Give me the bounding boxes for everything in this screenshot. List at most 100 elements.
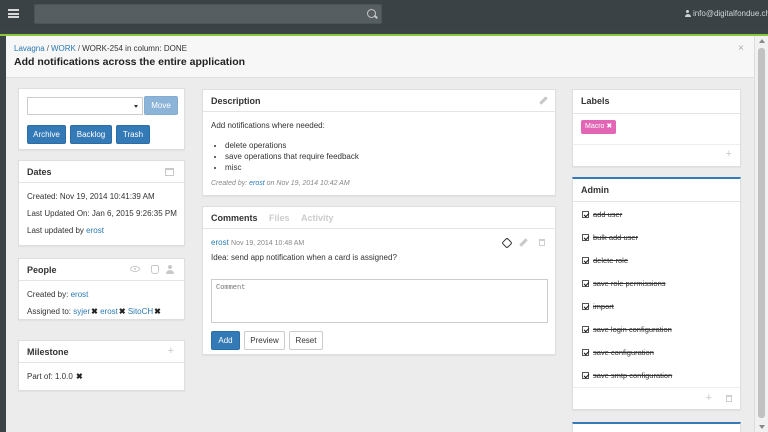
divider (573, 144, 740, 145)
column-select[interactable] (27, 97, 143, 115)
user-link[interactable]: erost (249, 180, 265, 187)
user-email[interactable]: info@digitalfondue.ch (693, 9, 768, 18)
scroll-up-icon[interactable] (759, 39, 765, 43)
permission-item[interactable]: import (582, 302, 614, 311)
scroll-down-icon[interactable] (759, 425, 765, 429)
last-updated-date: Last Updated On: Jan 6, 2015 9:26:35 PM (27, 209, 177, 218)
scrollbar[interactable] (754, 36, 768, 432)
add-milestone-icon[interactable]: + (168, 346, 174, 357)
checkbox[interactable] (582, 234, 589, 241)
link-icon[interactable] (501, 237, 513, 249)
next-panel (572, 422, 741, 432)
search-icon[interactable] (367, 9, 376, 18)
checkbox[interactable] (582, 303, 589, 310)
milestone-header: Milestone + (19, 341, 184, 363)
user-menu[interactable]: info@digitalfondue.ch (684, 9, 768, 18)
comment-input[interactable] (211, 279, 548, 323)
comment-meta: erost Nov 19, 2014 10:48 AM (211, 238, 304, 247)
card-title: Add notifications across the entire appl… (14, 56, 246, 68)
divider (573, 387, 740, 388)
breadcrumb-board-link[interactable]: WORK (51, 44, 76, 53)
assigned-to: Assigned to: syjer✖ erost✖ SitoCH✖ (27, 307, 161, 316)
preview-button[interactable]: Preview (244, 331, 285, 350)
archive-button[interactable]: Archive (27, 125, 66, 144)
menu-icon[interactable] (8, 9, 19, 18)
permission-item[interactable]: bulk add user (582, 233, 638, 242)
remove-icon[interactable]: ✖ (154, 307, 161, 316)
permission-item[interactable]: add user (582, 210, 622, 219)
top-navbar: info@digitalfondue.ch (0, 0, 768, 28)
breadcrumb-separator: / (46, 44, 49, 53)
actions-panel: Move Archive Backlog Trash (18, 88, 185, 150)
permission-item[interactable]: save login configuration (582, 325, 672, 334)
trash-icon[interactable] (726, 395, 732, 402)
tab-comments[interactable]: Comments (211, 213, 258, 223)
last-updated-by: Last updated by erost (27, 226, 104, 235)
permission-label: delete role (593, 256, 629, 265)
dates-title: Dates (27, 167, 52, 177)
breadcrumb-card-info: WORK-254 in column: DONE (82, 44, 187, 53)
add-permission-icon[interactable]: + (706, 393, 712, 404)
permission-item[interactable]: save smtp configuration (582, 371, 672, 380)
comment-author-link[interactable]: erost (211, 238, 229, 247)
permission-item[interactable]: save role permissions (582, 279, 666, 288)
comment-timestamp: Nov 19, 2014 10:48 AM (231, 240, 305, 247)
people-panel: People Created by: erost Assigned to: sy… (18, 258, 185, 320)
remove-icon[interactable]: ✖ (119, 307, 126, 316)
remove-icon[interactable]: ✖ (76, 372, 83, 381)
breadcrumb-separator: / (77, 44, 81, 53)
assign-user-icon[interactable] (166, 265, 174, 274)
assigned-user-link[interactable]: syjer (73, 307, 90, 316)
permission-label: save role permissions (593, 279, 666, 288)
search-input[interactable] (34, 4, 382, 24)
add-comment-button[interactable]: Add (211, 331, 240, 350)
label-name: Macro (585, 123, 605, 130)
assigned-user-link[interactable]: erost (100, 307, 118, 316)
add-label-icon[interactable]: + (726, 149, 732, 160)
description-intro: Add notifications where needed: (211, 121, 325, 130)
calendar-icon[interactable] (165, 168, 174, 176)
checkbox[interactable] (582, 280, 589, 287)
permission-label: save login configuration (593, 325, 672, 334)
people-header: People (19, 259, 184, 281)
list-item: save operations that require feedback (225, 151, 359, 162)
checkbox[interactable] (582, 257, 589, 264)
edit-comment-icon[interactable] (519, 238, 528, 247)
description-panel: Description Add notifications where need… (202, 89, 556, 196)
edit-icon[interactable] (539, 96, 548, 105)
remove-label-icon[interactable]: ✖ (606, 123, 612, 130)
permission-item[interactable]: save configuration (582, 348, 654, 357)
reset-button[interactable]: Reset (289, 331, 323, 350)
assigned-to-label: Assigned to: (27, 307, 72, 316)
people-title: People (27, 265, 57, 275)
label-tag[interactable]: Macro ✖ (581, 120, 617, 134)
move-button[interactable]: Move (144, 96, 178, 115)
tab-activity[interactable]: Activity (301, 213, 334, 223)
checkbox[interactable] (582, 372, 589, 379)
list-item: delete operations (225, 140, 359, 151)
permission-item[interactable]: delete role (582, 256, 628, 265)
close-icon[interactable]: × (738, 43, 744, 54)
tab-files[interactable]: Files (269, 213, 290, 223)
admin-title: Admin (581, 185, 609, 195)
remove-icon[interactable]: ✖ (91, 307, 98, 316)
description-list: delete operations save operations that r… (225, 140, 359, 173)
checkbox[interactable] (582, 349, 589, 356)
checkbox[interactable] (582, 211, 589, 218)
assigned-user-link[interactable]: SitoCH (128, 307, 153, 316)
user-link[interactable]: erost (86, 226, 104, 235)
breadcrumb: Lavagna / WORK / WORK-254 in column: DONE (14, 44, 187, 53)
user-link[interactable]: erost (71, 290, 89, 299)
labels-panel: Labels Macro ✖ + (572, 89, 741, 167)
checkbox[interactable] (582, 326, 589, 333)
trash-icon[interactable] (539, 239, 545, 246)
watch-icon[interactable] (130, 266, 140, 272)
dates-panel: Dates Created: Nov 19, 2014 10:41:39 AM … (18, 160, 185, 246)
comment-text: Idea: send app notification when a card … (211, 253, 397, 262)
hand-icon[interactable] (151, 265, 159, 274)
backlog-button[interactable]: Backlog (70, 125, 112, 144)
created-by-label: Created by: (27, 290, 69, 299)
breadcrumb-project-link[interactable]: Lavagna (14, 44, 45, 53)
scroll-thumb[interactable] (758, 48, 765, 418)
trash-button[interactable]: Trash (116, 125, 150, 144)
